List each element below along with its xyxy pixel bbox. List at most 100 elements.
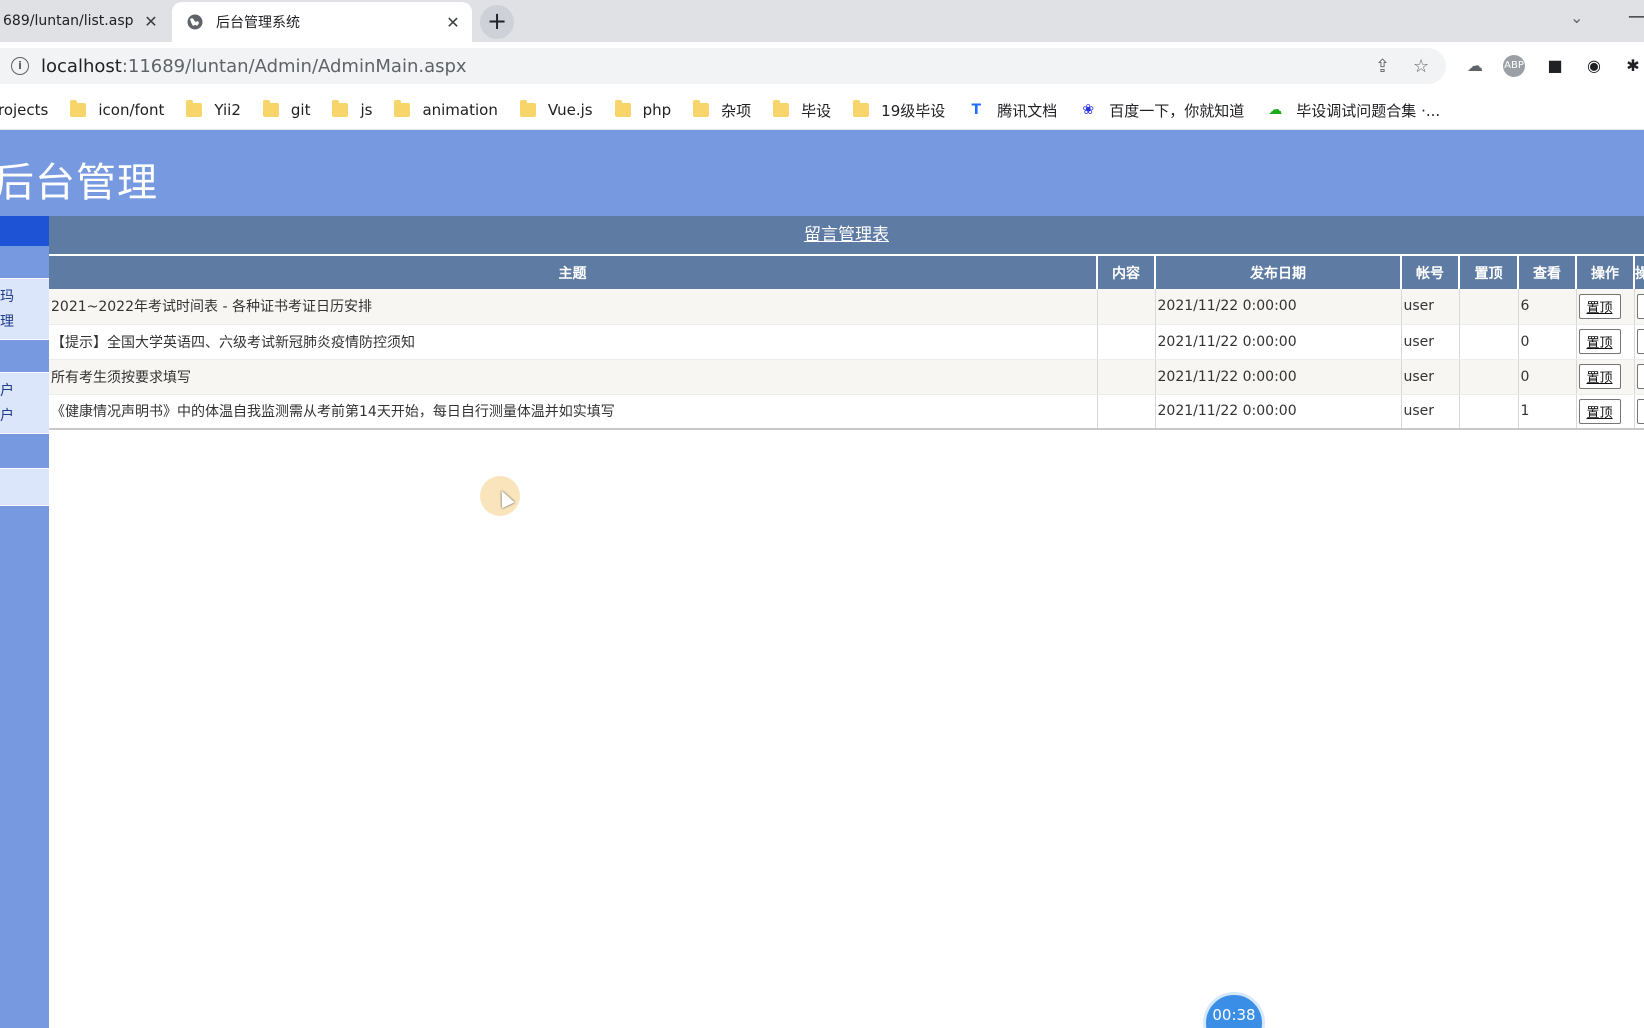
column-header-content: 内容 [1097,255,1156,289]
nav-group-2: 户 户 [0,372,49,434]
table-header-row: 主题 内容 发布日期 帐号 置顶 查看 操作 操 [49,255,1644,289]
nav-link[interactable]: 户 [0,404,49,429]
bookmark-label: 百度一下，你就知道 [1109,101,1245,120]
cell-date: 2021/11/22 0:00:00 [1155,359,1402,395]
bookmark-folder[interactable]: js [332,100,373,119]
tab-search-chevron-icon[interactable]: ⌄ [1570,8,1583,27]
bookmark-label: 杂项 [721,101,752,120]
cell-content [1097,394,1156,430]
recording-timer[interactable]: 00:38 [1203,992,1265,1028]
site-info-icon[interactable]: i [11,57,29,75]
bookmark-debug-collection[interactable]: ☁ 毕设调试问题合集 ·... [1266,100,1440,121]
nav-group-1: 玛 理 [0,278,49,340]
cell-subject: 2021~2022年考试时间表 - 各种证书考证日历安排 [49,289,1098,325]
bookmark-folder[interactable]: icon/font [70,100,165,119]
bookmark-folder[interactable]: Yii2 [186,100,241,119]
cell-date: 2021/11/22 0:00:00 [1155,324,1402,360]
bookmark-folder[interactable]: 杂项 [693,100,751,121]
cell-subject: 《健康情况声明书》中的体温自我监测需从考前第14天开始，每日自行测量体温并如实填… [49,394,1098,430]
globe-icon [186,13,204,31]
cloud-extension-icon[interactable]: ☁ [1464,55,1486,77]
folder-icon [853,100,870,117]
column-header-account: 帐号 [1401,255,1460,289]
table-row: 《健康情况声明书》中的体温自我监测需从考前第14天开始，每日自行测量体温并如实填… [49,394,1644,430]
table-row: 2021~2022年考试时间表 - 各种证书考证日历安排 2021/11/22 … [49,289,1644,325]
column-header-subject: 主题 [49,255,1098,289]
tab-admin-main[interactable]: 后台管理系统 ✕ [172,2,472,42]
bookmark-folder[interactable]: 毕设 [773,100,831,121]
bookmarks-bar: rojects icon/font Yii2 git js animation … [0,92,1644,128]
folder-icon [394,100,411,117]
bookmark-baidu[interactable]: ❀ 百度一下，你就知道 [1079,100,1244,121]
pin-button[interactable]: 置顶 [1578,398,1621,424]
cloud-icon: ☁ [1268,102,1283,118]
cell-account: user [1401,359,1460,395]
page-title: 后台管理 [0,160,158,206]
bookmark-folder[interactable]: animation [394,100,498,119]
tab-strip: 689/luntan/list.asp ✕ 后台管理系统 ✕ + ⌄ — [0,0,1644,42]
cell-pinned [1459,289,1519,325]
bookmark-label: Yii2 [214,101,241,119]
pin-button[interactable]: 置顶 [1578,293,1621,319]
nav-group-3[interactable] [0,468,49,506]
cell-views: 1 [1518,394,1577,430]
cell-subject: 所有考生须按要求填写 [49,359,1098,395]
url-path: :11689/luntan/Admin/AdminMain.aspx [121,55,467,77]
column-header-action2: 操 [1634,255,1644,289]
cell-account: user [1401,394,1460,430]
nav-link[interactable]: 理 [0,310,49,335]
bookmark-star-icon[interactable]: ☆ [1413,56,1429,77]
cell-subject: 【提示】全国大学英语四、六级考试新冠肺炎疫情防控须知 [49,324,1098,360]
message-management-panel: 留言管理表 主题 内容 发布日期 帐号 置顶 查看 操作 操 2021~2022… [49,216,1644,430]
bookmark-projects[interactable]: rojects [0,101,48,119]
bookmark-label: icon/font [98,101,165,119]
pin-button[interactable]: 置顶 [1578,364,1621,389]
bookmark-label: 腾讯文档 [997,101,1058,120]
minimize-button[interactable]: — [1628,6,1644,27]
folder-icon [614,100,631,117]
cell-action: 置顶 [1576,324,1635,360]
cell-action: 置顶 [1576,359,1635,395]
folder-icon [519,100,536,117]
nav-section-header[interactable] [0,216,49,246]
share-icon[interactable]: ⇪ [1375,56,1390,77]
cell-views: 6 [1518,289,1577,325]
folder-icon [773,100,790,117]
folder-icon [693,100,710,117]
delete-button[interactable]: 删 [1636,329,1644,354]
cell-content [1097,289,1156,325]
bookmark-label: 毕设 [801,101,832,120]
reader-extension-icon[interactable]: ■ [1544,55,1566,77]
bookmark-folder[interactable]: git [262,100,310,119]
delete-button[interactable]: 删 [1636,293,1644,319]
adblock-extension-icon[interactable]: ABP [1503,55,1525,77]
column-header-action: 操作 [1576,255,1635,289]
nav-link[interactable]: 户 [0,379,49,404]
bookmark-folder[interactable]: php [614,100,672,119]
cell-action2: 删 [1634,359,1644,395]
bookmark-label: php [642,101,672,119]
folder-icon [332,100,349,117]
address-url[interactable]: localhost:11689/luntan/Admin/AdminMain.a… [41,56,467,77]
nav-link[interactable]: 玛 [0,285,49,310]
cell-content [1097,359,1156,395]
column-header-views: 查看 [1518,255,1577,289]
delete-button[interactable]: 删 [1636,398,1644,424]
bookmark-label: js [360,101,373,119]
bookmark-tencent-docs[interactable]: T 腾讯文档 [967,100,1057,121]
tab-luntan-list[interactable]: 689/luntan/list.asp ✕ [0,0,170,42]
tampermonkey-extension-icon[interactable]: ◉ [1583,55,1605,77]
address-bar[interactable]: i localhost:11689/luntan/Admin/AdminMain… [0,48,1446,84]
cell-action: 置顶 [1576,289,1635,325]
extensions-puzzle-icon[interactable]: ✱ [1622,55,1644,77]
new-tab-button[interactable]: + [480,5,514,39]
tab-close-icon[interactable]: ✕ [142,12,160,31]
bookmark-folder[interactable]: Vue.js [519,100,593,119]
cell-pinned [1459,324,1519,360]
table-caption-link[interactable]: 留言管理表 [804,225,889,245]
bookmark-folder[interactable]: 19级毕设 [853,100,945,121]
pin-button[interactable]: 置顶 [1578,329,1621,354]
tab-title: 689/luntan/list.asp [3,13,134,29]
tab-close-icon[interactable]: ✕ [444,13,462,32]
delete-button[interactable]: 删 [1636,364,1644,389]
